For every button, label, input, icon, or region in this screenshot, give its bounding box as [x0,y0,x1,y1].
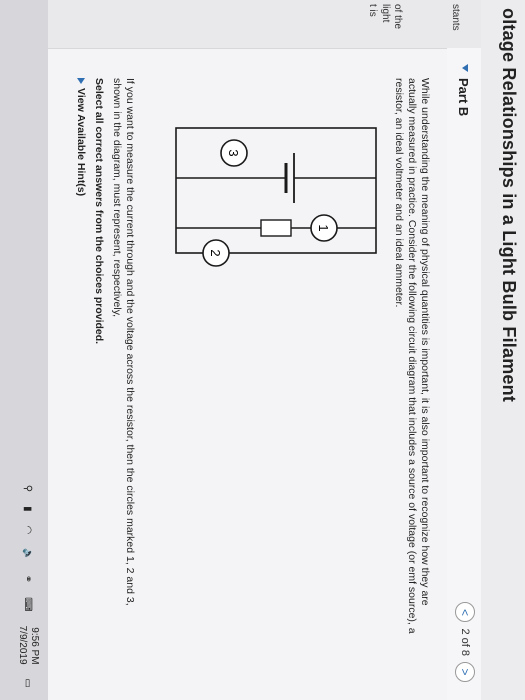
clock-time: 9:56 PM [29,627,40,665]
main-content: Part B < 2 of 8 > While understanding th… [0,48,481,700]
intro-text: While understanding the meaning of physi… [393,78,431,634]
prev-button[interactable]: < [455,602,475,623]
clock[interactable]: 9:56 PM 7/9/2019 [16,626,40,665]
volume-icon[interactable]: 🔈 [23,548,34,560]
pager-text: 2 of 8 [459,628,471,656]
clock-date: 7/9/2019 [17,625,28,665]
wifi-icon[interactable]: ◠ [23,526,34,535]
meter-label-1: 1 [316,224,331,231]
instruction-text: Select all correct answers from the choi… [93,78,105,345]
side-text: stants [450,4,461,31]
side-text: of the [392,4,403,30]
rotated-screen: oltage Relationships in a Light Bulb Fil… [0,0,525,700]
meter-label-2: 2 [208,249,223,256]
side-panel: stants of the light t is [0,0,481,49]
link-icon[interactable]: ⚭ [23,575,34,583]
meter-label-3: 3 [226,149,241,156]
question-text: If you want to measure the current throu… [111,78,136,606]
keyboard-icon[interactable]: ⌨ [23,597,34,611]
taskbar: ⚲ ▮ ◠ 🔈 ⚭ ⌨ 9:56 PM 7/9/2019 ▭ [0,0,48,700]
hints-toggle[interactable]: View Available Hint(s) [75,78,87,196]
hints-label: View Available Hint(s) [75,88,87,197]
collapse-caret-icon[interactable] [462,64,468,72]
expand-caret-icon [77,78,85,84]
title-bar: oltage Relationships in a Light Bulb Fil… [481,0,525,700]
part-header[interactable]: Part B < 2 of 8 > [447,48,481,700]
side-text: light [380,4,391,23]
resistor [260,219,292,237]
circuit-diagram: 1 2 3 [175,127,377,267]
battery-icon[interactable]: ▮ [23,506,34,512]
notification-icon[interactable]: ▭ [23,679,34,688]
part-label: Part B [456,78,471,117]
next-button[interactable]: > [455,662,475,682]
side-text: t is [367,4,378,17]
page-title: oltage Relationships in a Light Bulb Fil… [499,8,519,403]
pager: < 2 of 8 > [455,602,475,682]
system-tray: ⚲ ▮ ◠ 🔈 ⚭ ⌨ 9:56 PM 7/9/2019 ▭ [16,485,40,688]
people-icon[interactable]: ⚲ [23,485,34,492]
